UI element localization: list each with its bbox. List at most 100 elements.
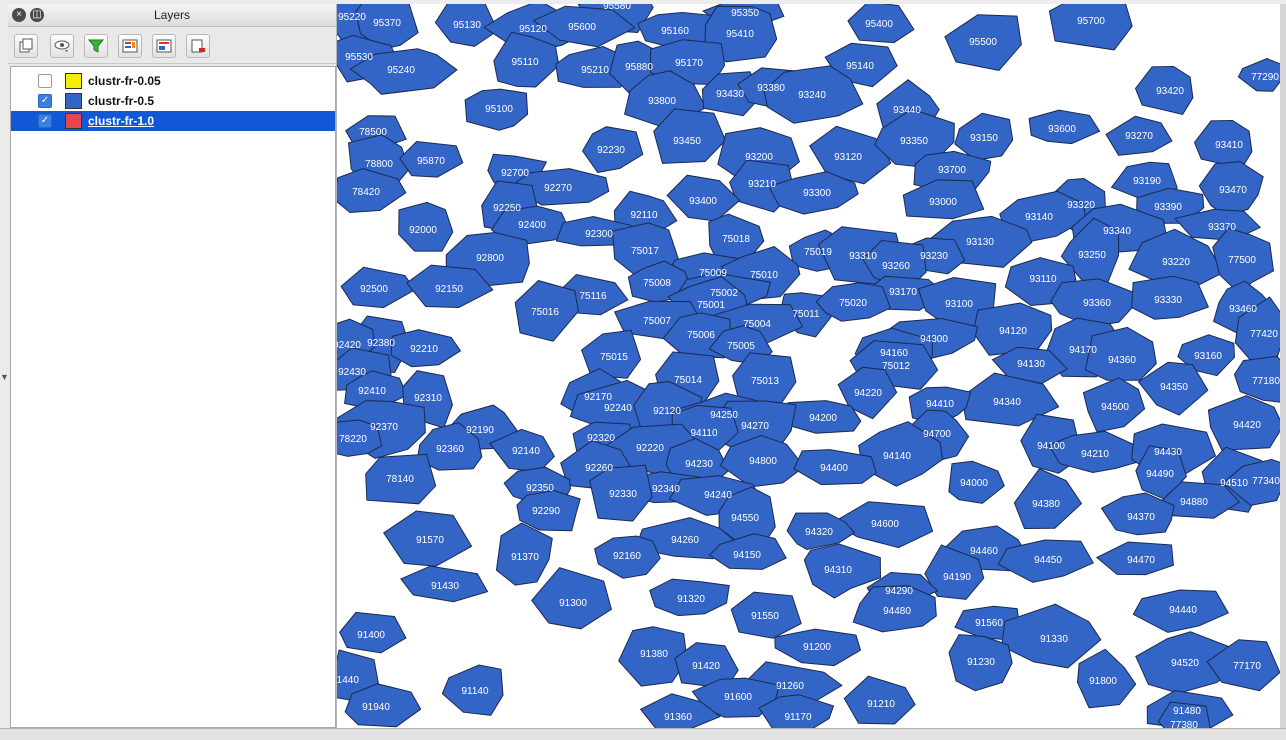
layer-color-swatch xyxy=(65,73,82,89)
region-label: 95410 xyxy=(726,29,754,40)
map-canvas[interactable]: 95220 95370 95580 95130 95120 95600 95350 95400… xyxy=(337,4,1280,728)
region-label: 92310 xyxy=(414,393,442,404)
region-label: 94490 xyxy=(1146,469,1174,480)
region-label: 93210 xyxy=(748,179,776,190)
region-label: 93120 xyxy=(834,152,862,163)
region-label: 75016 xyxy=(531,307,559,318)
right-scrollbar[interactable] xyxy=(1280,4,1286,728)
region-label: 94510 xyxy=(1220,478,1248,489)
region-label: 92230 xyxy=(597,145,625,156)
visibility-eye-icon[interactable] xyxy=(50,34,74,58)
region-label: 93110 xyxy=(1029,274,1057,285)
region-label: 94130 xyxy=(1017,359,1045,370)
collapse-all-icon[interactable] xyxy=(152,34,176,58)
layer-visibility-checkbox[interactable] xyxy=(38,74,52,88)
region-label: 92160 xyxy=(613,551,641,562)
region-label: 77290 xyxy=(1251,72,1279,83)
layer-list: clustr-fr-0.05 ✓ clustr-fr-0.5 ✓ clustr-fr-1… xyxy=(10,66,336,728)
region-label: 93800 xyxy=(648,96,676,107)
region-label: 92800 xyxy=(476,253,504,264)
region-label: 94360 xyxy=(1108,355,1136,366)
layer-row[interactable]: ✓ clustr-fr-1.0 xyxy=(11,111,335,131)
region-label: 93000 xyxy=(929,197,957,208)
layer-name[interactable]: clustr-fr-1.0 xyxy=(88,114,154,128)
region-label: 94310 xyxy=(824,565,852,576)
region-label: 93150 xyxy=(970,133,998,144)
region-label: 75019 xyxy=(804,247,832,258)
collapse-arrow-icon[interactable]: ▼ xyxy=(0,372,9,382)
region-label: 93220 xyxy=(1162,257,1190,268)
region-label: 93440 xyxy=(893,105,921,116)
add-group-icon[interactable] xyxy=(14,34,38,58)
layer-row[interactable]: ✓ clustr-fr-0.5 xyxy=(11,91,335,111)
region-label: 91260 xyxy=(776,681,804,692)
region-label: 93200 xyxy=(745,152,773,163)
region-label: 77170 xyxy=(1233,661,1261,672)
layer-visibility-checkbox[interactable]: ✓ xyxy=(38,114,52,128)
region-label: 95500 xyxy=(969,37,997,48)
region-label: 91800 xyxy=(1089,676,1117,687)
remove-layer-icon[interactable] xyxy=(186,34,210,58)
region-label: 92150 xyxy=(435,284,463,295)
region-label: 91370 xyxy=(511,552,539,563)
region-label: 94340 xyxy=(993,397,1021,408)
region-label: 94000 xyxy=(960,478,988,489)
region-label: 92410 xyxy=(358,386,386,397)
region-label: 91480 xyxy=(1173,706,1201,717)
region-label: 94350 xyxy=(1160,382,1188,393)
expand-all-icon[interactable] xyxy=(118,34,142,58)
region-label: 91320 xyxy=(677,594,705,605)
region-label: 92220 xyxy=(636,443,664,454)
region-label: 91940 xyxy=(362,702,390,713)
region-label: 75011 xyxy=(792,309,820,320)
region-label: 93700 xyxy=(938,165,966,176)
region-label: 92420 xyxy=(337,340,361,351)
region-label: 95700 xyxy=(1077,16,1105,27)
region-label: 94420 xyxy=(1233,420,1261,431)
region-label: 75009 xyxy=(699,268,727,279)
map-svg[interactable]: 95220 95370 95580 95130 95120 95600 95350 95400… xyxy=(337,4,1280,728)
filter-icon[interactable] xyxy=(84,34,108,58)
region-label: 93350 xyxy=(900,136,928,147)
region-label: 93390 xyxy=(1154,202,1182,213)
region-label: 75005 xyxy=(727,341,755,352)
region-label: 75004 xyxy=(743,319,771,330)
region-label: 91430 xyxy=(431,581,459,592)
region-label: 95120 xyxy=(519,24,547,35)
region-label: 92260 xyxy=(585,463,613,474)
region-label: 94290 xyxy=(885,586,913,597)
region-label: 94380 xyxy=(1032,499,1060,510)
layer-name[interactable]: clustr-fr-0.05 xyxy=(88,74,161,88)
region-label: 94160 xyxy=(880,348,908,359)
region-label: 75008 xyxy=(643,278,671,289)
region-label: 95170 xyxy=(675,58,703,69)
status-bar xyxy=(0,728,1286,740)
region-label: 93430 xyxy=(716,89,744,100)
region-label: 94200 xyxy=(809,413,837,424)
panel-titlebar: × ◫ Layers xyxy=(8,4,336,27)
region-label: 92350 xyxy=(526,483,554,494)
layer-name[interactable]: clustr-fr-0.5 xyxy=(88,94,154,108)
layer-color-swatch xyxy=(65,113,82,129)
region-label: 95370 xyxy=(373,18,401,29)
region-label: 94140 xyxy=(883,451,911,462)
region-label: 94400 xyxy=(820,463,848,474)
region-label: 94300 xyxy=(920,334,948,345)
region-label: 93160 xyxy=(1194,351,1222,362)
region-label: 78800 xyxy=(365,159,393,170)
region-label: 93240 xyxy=(798,90,826,101)
layer-row[interactable]: clustr-fr-0.05 xyxy=(11,71,335,91)
region-label: 93140 xyxy=(1025,212,1053,223)
region-label: 93330 xyxy=(1154,295,1182,306)
layer-visibility-checkbox[interactable]: ✓ xyxy=(38,94,52,108)
region-label: 93380 xyxy=(757,83,785,94)
region-label: 77380 xyxy=(1170,720,1198,728)
region-label: 94370 xyxy=(1127,512,1155,523)
region-label: 94700 xyxy=(923,429,951,440)
region-label: 93460 xyxy=(1229,304,1257,315)
region-label: 95880 xyxy=(625,62,653,73)
region-label: 91550 xyxy=(751,611,779,622)
region-label: 94220 xyxy=(854,388,882,399)
region-label: 91170 xyxy=(784,712,812,723)
region-label: 91440 xyxy=(337,675,359,686)
